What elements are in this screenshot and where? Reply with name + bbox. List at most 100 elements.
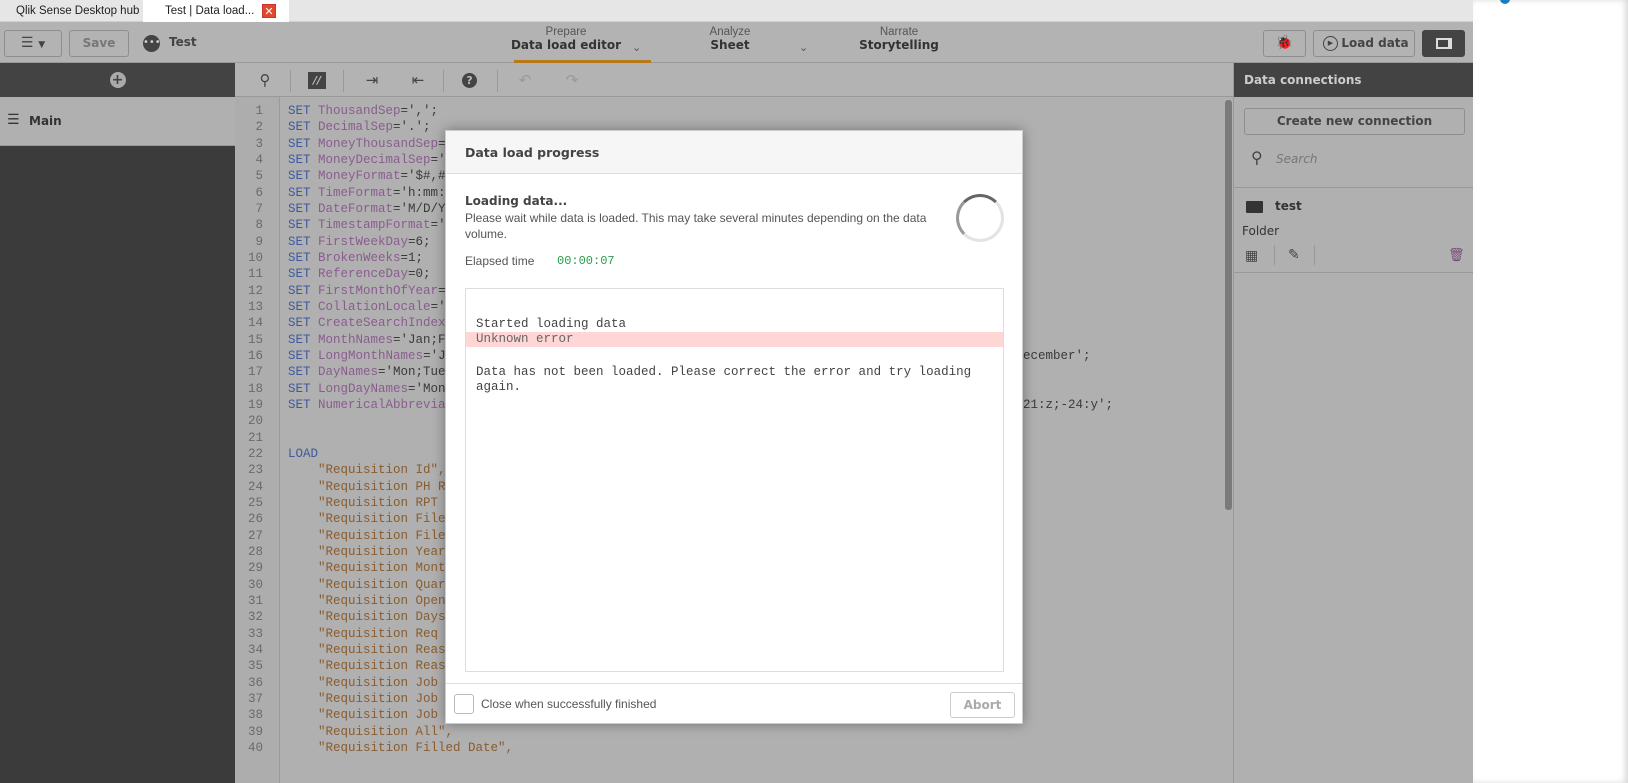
code-value: ='.'; <box>393 120 431 135</box>
divider <box>343 70 344 92</box>
code-line: "Requisition Job <box>288 692 446 706</box>
dialog-footer: Close when successfully finished Abort <box>446 683 1022 724</box>
code-line: SET LongDayNames='Mon <box>288 382 446 396</box>
app-options-icon[interactable]: ••• <box>143 35 161 52</box>
toggle-panel-button[interactable] <box>1422 30 1465 57</box>
comment-icon[interactable]: // <box>308 72 326 89</box>
variable-name: NumericalAbbrevia <box>318 397 446 412</box>
keyword: SET <box>288 365 311 380</box>
keyword: SET <box>288 381 311 396</box>
nav-label: Sheet <box>710 38 750 52</box>
line-number: 19 <box>247 397 263 412</box>
variable-name: LongDayNames <box>318 381 409 396</box>
connection-item[interactable]: test Folder ▦ ✎ 🗑 <box>1234 188 1473 273</box>
code-line: "Requisition File <box>288 529 446 543</box>
abort-button[interactable]: Abort <box>950 692 1015 718</box>
code-line: "Requisition Job <box>288 676 446 690</box>
code-line-tail: 21:z;-24:y'; <box>1023 397 1114 412</box>
chevron-down-icon[interactable]: ⌄ <box>632 41 641 54</box>
string-literal: "Requisition Job <box>288 691 446 706</box>
outdent-icon[interactable]: ⇤ <box>407 69 429 91</box>
code-line: "Requisition RPT <box>288 496 446 510</box>
data-connections-panel: Data connections Create new connection ⚲… <box>1233 63 1473 783</box>
string-literal: "Requisition Filled Date", <box>288 740 514 755</box>
code-value: =1; <box>400 250 424 265</box>
global-menu-button[interactable]: ☰ ▼ <box>4 30 62 57</box>
browser-tab-hub[interactable]: Qlik Sense Desktop hub <box>0 0 143 22</box>
string-literal: "Requisition Job <box>288 675 446 690</box>
code-value: =' <box>430 299 446 314</box>
divider <box>290 70 291 92</box>
line-number: 32 <box>247 610 263 625</box>
search-input[interactable]: Search <box>1276 152 1318 166</box>
line-number: 9 <box>255 234 263 249</box>
code-line: "Requisition Year <box>288 545 446 559</box>
redo-icon[interactable]: ↷ <box>561 69 583 91</box>
data-load-progress-dialog: Data load progress Loading data... Pleas… <box>445 130 1023 724</box>
create-connection-button[interactable]: Create new connection <box>1244 108 1465 135</box>
drag-handle-icon[interactable]: ☰ <box>7 112 20 128</box>
nav-prepare[interactable]: Prepare Data load editor <box>501 26 631 52</box>
dialog-title: Data load progress <box>446 131 1022 174</box>
divider <box>1314 245 1315 265</box>
search-icon[interactable]: ⚲ <box>254 69 276 91</box>
variable-name: DecimalSep <box>318 120 394 135</box>
editor-scrollbar[interactable] <box>1225 100 1232 510</box>
variable-name: FirstWeekDay <box>318 234 409 249</box>
divider <box>1274 245 1275 265</box>
nav-label: Data load editor <box>510 38 622 52</box>
select-data-icon[interactable]: ▦ <box>1245 248 1258 264</box>
keyword: SET <box>288 348 311 363</box>
tab-label: Test | Data load... <box>165 5 255 17</box>
status-title: Loading data... <box>465 194 568 208</box>
load-data-button[interactable]: ▶ Load data <box>1313 30 1415 57</box>
delete-icon[interactable]: 🗑 <box>1448 248 1465 263</box>
string-literal: "Requisition Req <box>288 626 446 641</box>
undo-icon[interactable]: ↶ <box>514 69 536 91</box>
close-tab-icon[interactable]: ✕ <box>262 4 276 18</box>
string-literal: "Requisition Quar <box>288 577 446 592</box>
nav-section-label: Narrate <box>879 26 919 38</box>
string-literal: "Requisition Mont <box>288 561 446 576</box>
code-line: SET BrokenWeeks=1; <box>288 251 423 265</box>
line-number: 5 <box>255 169 263 184</box>
chevron-down-icon[interactable]: ⌄ <box>799 41 808 54</box>
line-number: 28 <box>247 544 263 559</box>
line-number: 30 <box>247 577 263 592</box>
string-literal: "Requisition PH R <box>288 479 446 494</box>
line-number: 31 <box>247 593 263 608</box>
code-value: ='J <box>423 348 446 363</box>
debug-button[interactable]: 🐞 <box>1263 30 1306 57</box>
browser-tab-data-load[interactable]: Test | Data load... ✕ <box>143 0 289 22</box>
string-literal: "Requisition Id", <box>288 463 446 478</box>
elapsed-label: Elapsed time <box>465 254 535 268</box>
code-line: SET DayNames='Mon;Tue <box>288 365 446 379</box>
keyword: SET <box>288 283 311 298</box>
add-section-button[interactable]: + <box>0 63 235 97</box>
code-value: ='Mon;Tue <box>378 365 446 380</box>
tab-label: Qlik Sense Desktop hub <box>16 5 140 17</box>
code-value: ='M/D/Y <box>393 201 446 216</box>
plus-icon: + <box>109 72 126 88</box>
code-line: SET MoneyFormat='$#,# <box>288 169 446 183</box>
variable-name: LongMonthNames <box>318 348 424 363</box>
keyword: SET <box>288 316 311 331</box>
app-toolbar: ☰ ▼ Save ••• Test Prepare Data load edito… <box>0 22 1473 63</box>
nav-analyze[interactable]: Analyze Sheet <box>665 26 795 52</box>
line-number: 10 <box>247 250 263 265</box>
section-main[interactable]: ☰ Main <box>0 97 235 146</box>
variable-name: DateFormat <box>318 201 394 216</box>
indent-icon[interactable]: ⇥ <box>361 69 383 91</box>
save-button[interactable]: Save <box>69 30 129 57</box>
line-number: 40 <box>247 740 263 755</box>
code-value: ='h:mm: <box>393 185 446 200</box>
divider <box>443 70 444 92</box>
edit-icon[interactable]: ✎ <box>1288 247 1300 263</box>
load-log: Started loading data Unknown error Data … <box>465 288 1004 672</box>
code-line: SET CreateSearchIndex <box>288 316 446 330</box>
help-icon[interactable]: ? <box>462 73 477 88</box>
close-when-finished-checkbox[interactable] <box>454 694 474 714</box>
keyword: SET <box>288 332 311 347</box>
nav-narrate[interactable]: Narrate Storytelling <box>834 26 964 52</box>
play-icon: ▶ <box>1323 36 1338 51</box>
